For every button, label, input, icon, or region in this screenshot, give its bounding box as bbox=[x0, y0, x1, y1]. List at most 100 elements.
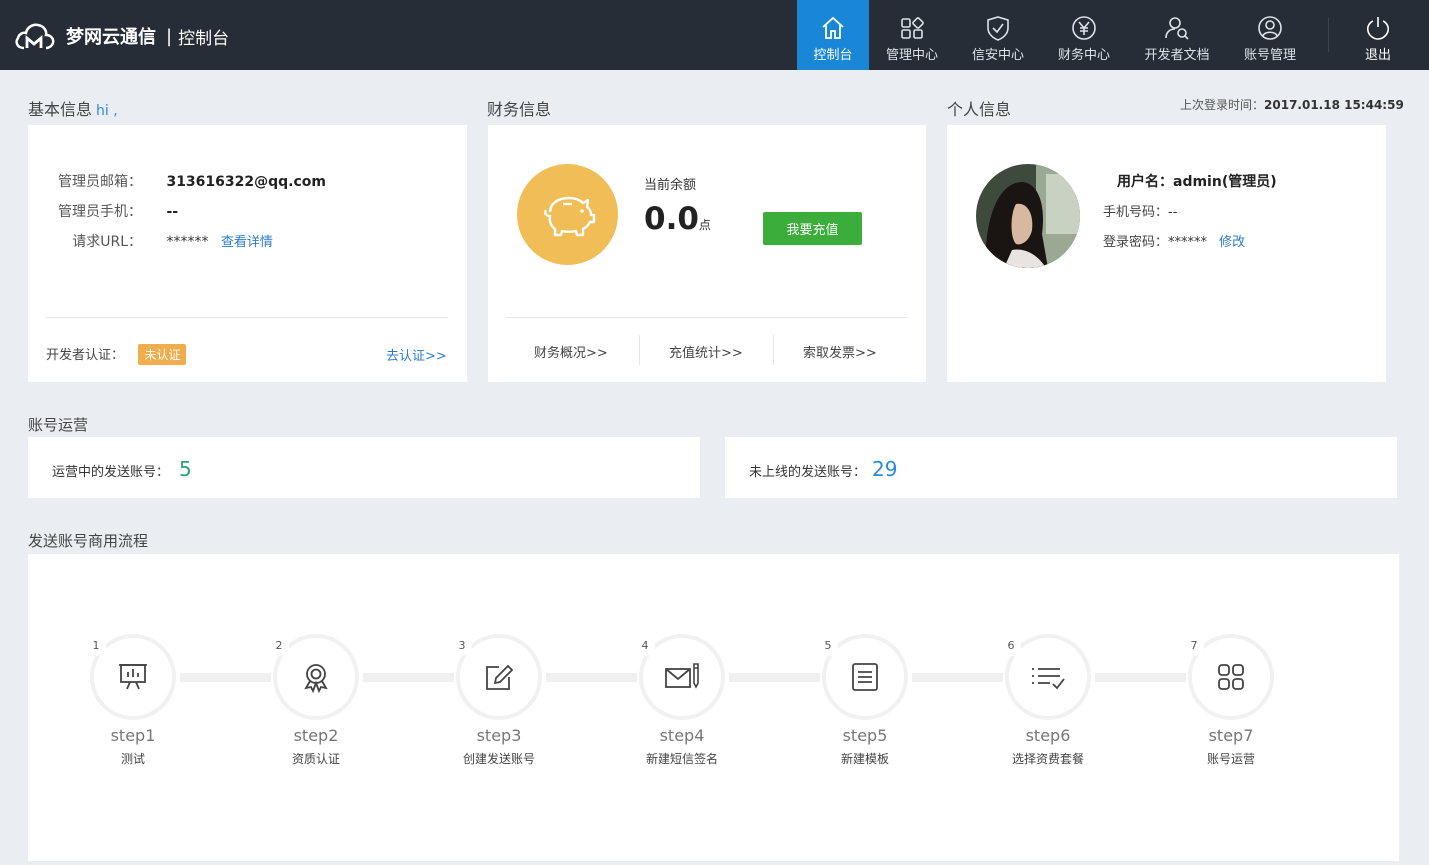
presentation-icon bbox=[119, 664, 147, 690]
nav-label: 财务中心 bbox=[1057, 47, 1110, 63]
apps-icon bbox=[1218, 664, 1244, 690]
personal-title: 个人信息 bbox=[947, 100, 1012, 119]
cloud-logo-icon bbox=[15, 23, 55, 50]
home-icon bbox=[822, 16, 844, 39]
step-5[interactable]: 5 step5 新建模板 bbox=[818, 634, 908, 766]
nav-label: 开发者文档 bbox=[1144, 47, 1210, 63]
recharge-stats-link[interactable]: 充值统计>> bbox=[669, 342, 743, 361]
basic-info-card: 管理员邮箱： 313616322@qq.com 管理员手机： -- 请求URL：… bbox=[28, 125, 467, 382]
logo-separator: | bbox=[166, 25, 173, 47]
step-1[interactable]: 1 step1 测试 bbox=[86, 634, 176, 766]
nav-security[interactable]: 信安中心 bbox=[960, 0, 1036, 70]
username-label: 用户名： bbox=[1117, 174, 1173, 190]
mobile-label: 手机号码： bbox=[1103, 205, 1169, 220]
running-value[interactable]: 5 bbox=[179, 457, 192, 481]
user-circle-icon bbox=[1258, 15, 1282, 40]
nav-label: 控制台 bbox=[813, 47, 853, 63]
email-label: 管理员邮箱： bbox=[58, 174, 142, 190]
step-circle: 5 bbox=[818, 634, 908, 720]
logout-button[interactable]: 退出 bbox=[1348, 0, 1408, 70]
url-row: 请求URL： ****** 查看详情 bbox=[28, 231, 273, 251]
logout-label: 退出 bbox=[1364, 47, 1391, 63]
step-connector bbox=[363, 673, 454, 682]
personal-info-card: 用户名：admin(管理员) 手机号码：-- 登录密码：****** 修改 bbox=[947, 125, 1386, 382]
nav-divider bbox=[1328, 18, 1329, 52]
nav-account[interactable]: 账号管理 bbox=[1232, 0, 1308, 70]
nav-developer-docs[interactable]: 开发者文档 bbox=[1132, 0, 1222, 70]
step-desc: 资质认证 bbox=[291, 752, 340, 766]
recharge-button[interactable]: 我要充值 bbox=[763, 212, 862, 245]
top-navbar: 梦网云通信 | 控制台 控制台 管理中心 信安中心 财务中心 开发者文档 账号管… bbox=[0, 0, 1429, 70]
running-accounts: 运营中的发送账号： 5 bbox=[52, 457, 192, 481]
power-icon bbox=[1366, 16, 1390, 40]
balance-label: 当前余额 bbox=[644, 178, 697, 193]
balance-value: 0.0 bbox=[644, 201, 699, 237]
logo[interactable]: 梦网云通信 | 控制台 bbox=[14, 20, 229, 52]
nav-label: 信安中心 bbox=[971, 47, 1024, 63]
url-value: ****** bbox=[166, 234, 209, 250]
nav-finance[interactable]: 财务中心 bbox=[1046, 0, 1122, 70]
yen-icon bbox=[1072, 15, 1096, 40]
account-ops-title: 账号运营 bbox=[28, 416, 89, 434]
email-value: 313616322@qq.com bbox=[166, 174, 326, 190]
step-connector bbox=[912, 673, 1003, 682]
mobile-value: -- bbox=[1168, 205, 1178, 220]
step-6[interactable]: 6 step6 选择资费套餐 bbox=[1001, 634, 1091, 766]
checklist-icon bbox=[1032, 668, 1065, 690]
edit-icon bbox=[486, 664, 514, 690]
step-7[interactable]: 7 step7 账号运营 bbox=[1184, 634, 1274, 766]
brand-name: 梦网云通信 bbox=[66, 27, 156, 48]
phone-label: 管理员手机： bbox=[58, 204, 142, 220]
username-value: admin(管理员) bbox=[1173, 174, 1277, 190]
last-login-label: 上次登录时间： bbox=[1180, 98, 1265, 112]
request-invoice-link[interactable]: 索取发票>> bbox=[803, 342, 877, 361]
offline-label: 未上线的发送账号： bbox=[749, 465, 867, 480]
divider bbox=[773, 335, 774, 365]
step-3[interactable]: 3 step3 创建发送账号 bbox=[452, 634, 542, 766]
step-circle: 7 bbox=[1184, 634, 1274, 720]
url-label: 请求URL： bbox=[72, 234, 142, 250]
go-certify-link[interactable]: 去认证>> bbox=[386, 345, 447, 364]
nav-console[interactable]: 控制台 bbox=[797, 0, 869, 70]
step-number: 6 bbox=[1001, 636, 1021, 656]
password-value: ****** bbox=[1168, 235, 1208, 250]
nav-label: 账号管理 bbox=[1243, 47, 1296, 63]
mail-pen-icon bbox=[665, 663, 699, 689]
username-row: 用户名：admin(管理员) bbox=[1117, 171, 1277, 191]
step-circle: 6 bbox=[1001, 634, 1091, 720]
finance-overview-link[interactable]: 财务概况>> bbox=[534, 342, 608, 361]
nav-management[interactable]: 管理中心 bbox=[874, 0, 950, 70]
uncertified-badge: 未认证 bbox=[138, 344, 187, 365]
step-title: step3 bbox=[476, 726, 522, 745]
phone-value: -- bbox=[166, 204, 179, 220]
dev-cert-row: 开发者认证： 未认证 bbox=[46, 344, 187, 365]
step-desc: 账号运营 bbox=[1206, 752, 1255, 766]
hi-greeting: hi , bbox=[96, 103, 118, 119]
step-connector bbox=[1095, 673, 1186, 682]
step-4[interactable]: 4 step4 新建短信签名 bbox=[635, 634, 725, 766]
offline-value[interactable]: 29 bbox=[872, 457, 897, 481]
basic-info-heading: 基本信息 bbox=[28, 100, 93, 119]
console-title: 控制台 bbox=[178, 28, 230, 49]
balance-unit: 点 bbox=[698, 218, 711, 232]
finance-card: 当前余额 0.0点 我要充值 财务概况>> 充值统计>> 索取发票>> bbox=[488, 125, 926, 382]
step-number: 3 bbox=[452, 636, 472, 656]
divider bbox=[639, 335, 640, 365]
offline-accounts: 未上线的发送账号： 29 bbox=[749, 457, 897, 481]
view-details-link[interactable]: 查看详情 bbox=[221, 235, 273, 250]
step-desc: 测试 bbox=[120, 752, 145, 766]
divider bbox=[506, 317, 908, 318]
balance: 0.0点 bbox=[644, 201, 711, 237]
step-2[interactable]: 2 step2 资质认证 bbox=[269, 634, 359, 766]
step-desc: 选择资费套餐 bbox=[1011, 752, 1084, 766]
award-icon bbox=[304, 664, 328, 693]
running-label: 运营中的发送账号： bbox=[52, 465, 170, 480]
step-title: step4 bbox=[659, 726, 705, 745]
step-desc: 新建短信签名 bbox=[645, 752, 718, 766]
dev-cert-label: 开发者认证： bbox=[46, 348, 125, 363]
divider bbox=[46, 317, 448, 318]
step-desc: 新建模板 bbox=[840, 752, 889, 766]
shield-icon bbox=[987, 15, 1009, 41]
step-number: 7 bbox=[1184, 636, 1204, 656]
modify-password-link[interactable]: 修改 bbox=[1219, 235, 1245, 250]
